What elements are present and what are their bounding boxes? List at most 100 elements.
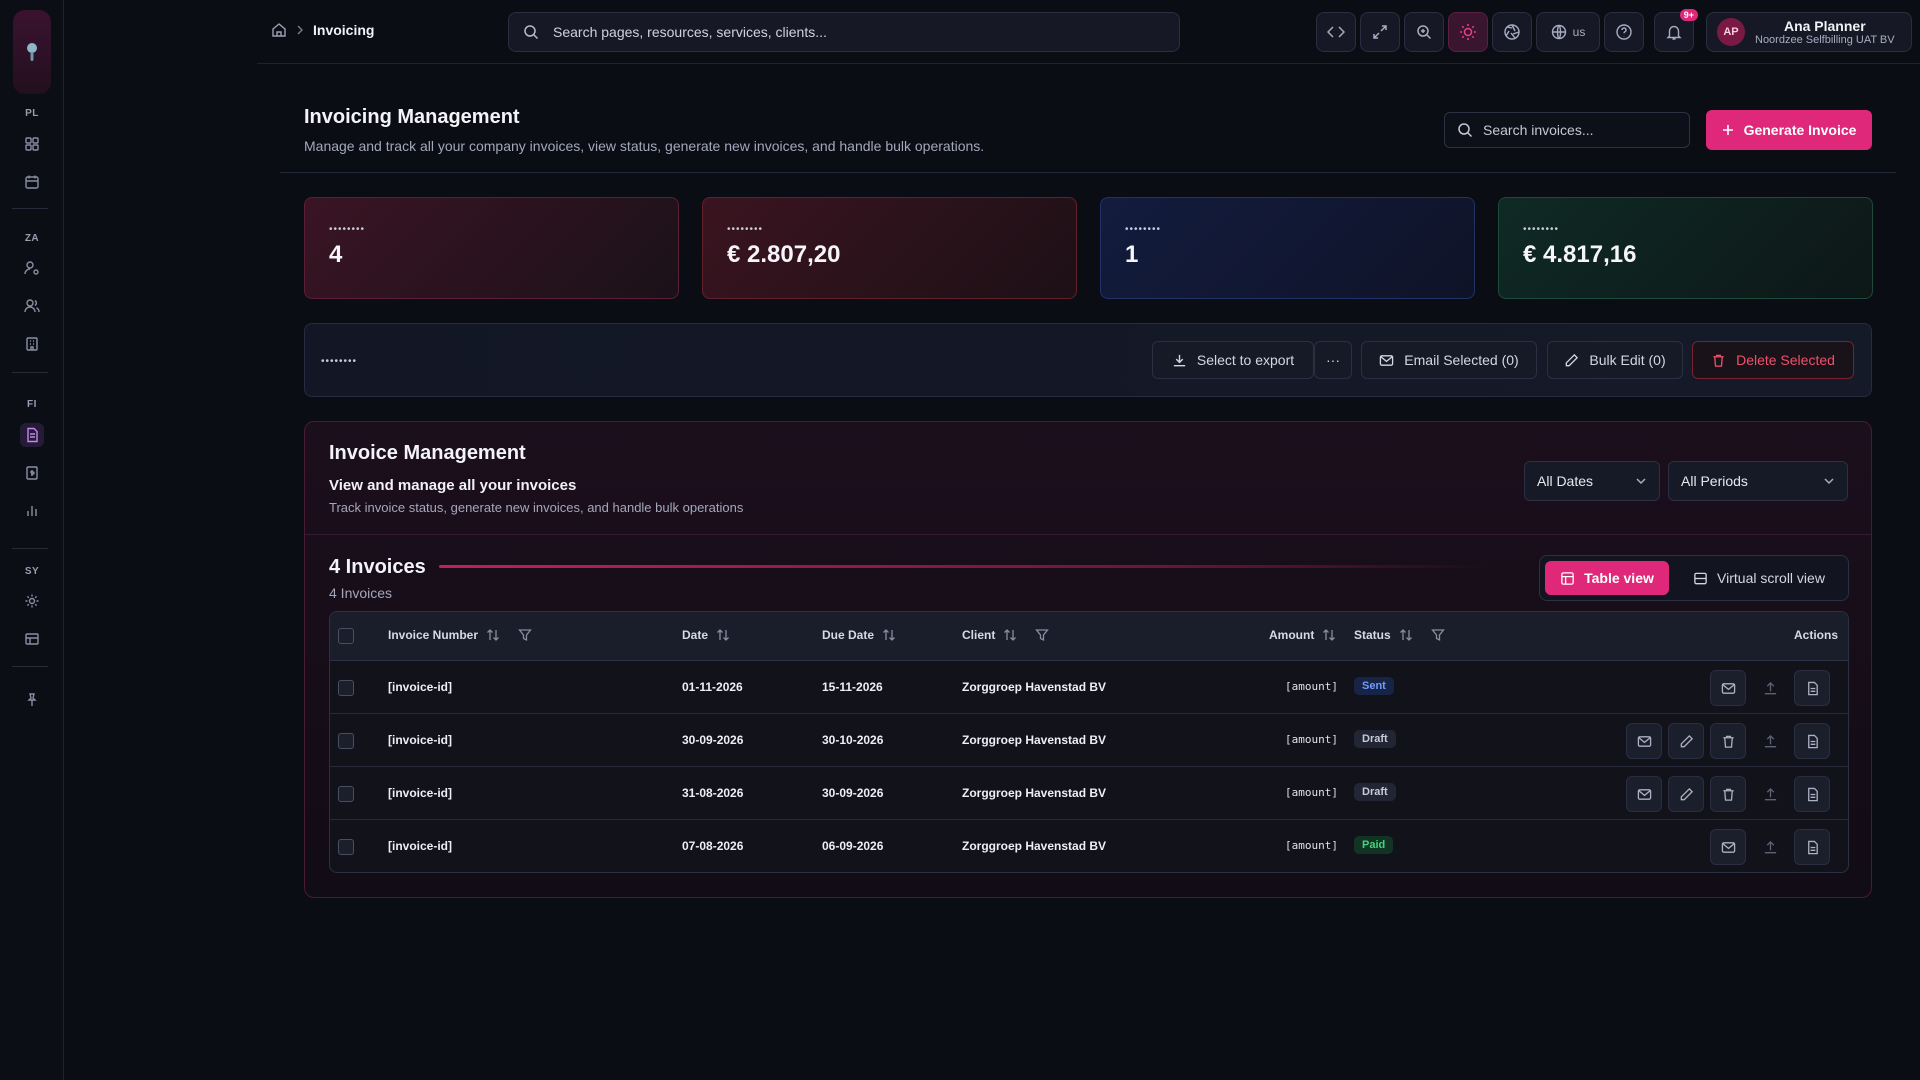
panel-subtitle: Track invoice status, generate new invoi…: [329, 500, 744, 515]
invoice-icon[interactable]: [20, 423, 44, 447]
delete-invoice-button[interactable]: [1710, 776, 1746, 812]
status-badge: Sent: [1354, 677, 1394, 695]
table-header: Invoice Number Date Due Date Client Amou…: [330, 612, 1848, 661]
fullscreen-button[interactable]: [1360, 12, 1400, 52]
row-checkbox[interactable]: [338, 786, 354, 802]
view-pdf-button[interactable]: [1794, 723, 1830, 759]
sort-icon[interactable]: [716, 628, 730, 642]
trash-icon: [1721, 787, 1736, 802]
aperture-button[interactable]: [1492, 12, 1532, 52]
table-row[interactable]: [invoice-id] 31-08-2026 30-09-2026 Zorgg…: [330, 767, 1848, 820]
table-icon[interactable]: [20, 627, 44, 651]
email-selected-button[interactable]: Email Selected (0): [1361, 341, 1537, 379]
email-invoice-button[interactable]: [1710, 670, 1746, 706]
select-to-export-button[interactable]: Select to export: [1152, 341, 1314, 379]
email-invoice-button[interactable]: [1710, 829, 1746, 865]
user-menu[interactable]: AP Ana Planner Noordzee Selfbilling UAT …: [1706, 12, 1912, 52]
column-amount[interactable]: Amount: [1269, 628, 1336, 642]
invoice-number[interactable]: [invoice-id]: [388, 733, 452, 747]
sort-icon[interactable]: [1322, 628, 1336, 642]
period-filter-select[interactable]: All Periods: [1668, 461, 1848, 501]
receipt-icon[interactable]: [20, 461, 44, 485]
select-all-checkbox[interactable]: [338, 628, 354, 644]
table-row[interactable]: [invoice-id] 07-08-2026 06-09-2026 Zorgg…: [330, 820, 1848, 872]
column-status[interactable]: Status: [1354, 628, 1445, 642]
breadcrumb-current[interactable]: Invoicing: [313, 22, 374, 38]
row-checkbox[interactable]: [338, 839, 354, 855]
divider: [280, 172, 1896, 173]
more-options-button[interactable]: ···: [1314, 341, 1352, 379]
invoice-number[interactable]: [invoice-id]: [388, 680, 452, 694]
theme-toggle-button[interactable]: [1448, 12, 1488, 52]
zoom-button[interactable]: [1404, 12, 1444, 52]
column-due-date[interactable]: Due Date: [822, 628, 896, 642]
global-search-input[interactable]: Search pages, resources, services, clien…: [508, 12, 1180, 52]
settings-icon[interactable]: [20, 589, 44, 613]
upload-invoice-button[interactable]: [1752, 670, 1788, 706]
table-row[interactable]: [invoice-id] 30-09-2026 30-10-2026 Zorgg…: [330, 714, 1848, 767]
users-icon[interactable]: [20, 294, 44, 318]
upload-invoice-button[interactable]: [1752, 776, 1788, 812]
stat-value: 1: [1125, 241, 1139, 268]
language-button[interactable]: us: [1536, 12, 1600, 52]
aperture-icon: [1503, 23, 1521, 41]
table-icon: [1560, 571, 1575, 586]
user-organization: Noordzee Selfbilling UAT BV: [1755, 34, 1895, 46]
dashboard-icon[interactable]: [20, 132, 44, 156]
view-pdf-button[interactable]: [1794, 776, 1830, 812]
upload-invoice-button[interactable]: [1752, 723, 1788, 759]
filter-icon[interactable]: [1035, 628, 1050, 642]
table-view-button[interactable]: Table view: [1545, 561, 1669, 595]
avatar: AP: [1717, 18, 1745, 46]
delete-selected-label: Delete Selected: [1736, 352, 1835, 368]
notifications-button[interactable]: 9+: [1654, 9, 1698, 52]
email-invoice-button[interactable]: [1626, 776, 1662, 812]
row-checkbox[interactable]: [338, 733, 354, 749]
delete-selected-button[interactable]: Delete Selected: [1692, 341, 1854, 379]
invoice-number[interactable]: [invoice-id]: [388, 786, 452, 800]
upload-invoice-button[interactable]: [1752, 829, 1788, 865]
sort-icon[interactable]: [882, 628, 896, 642]
date-filter-select[interactable]: All Dates: [1524, 461, 1660, 501]
virtual-scroll-view-button[interactable]: Virtual scroll view: [1674, 561, 1844, 595]
delete-invoice-button[interactable]: [1710, 723, 1746, 759]
calendar-icon[interactable]: [20, 170, 44, 194]
email-invoice-button[interactable]: [1626, 723, 1662, 759]
sort-icon[interactable]: [1003, 628, 1017, 642]
collapse-sidebar-button[interactable]: [1316, 12, 1356, 52]
sort-icon[interactable]: [1399, 628, 1413, 642]
app-logo[interactable]: [13, 10, 51, 94]
invoice-date: 30-09-2026: [682, 733, 744, 747]
bulk-label: ••••••••: [321, 356, 358, 367]
invoice-number[interactable]: [invoice-id]: [388, 839, 452, 853]
filter-icon[interactable]: [518, 628, 532, 642]
home-icon[interactable]: [271, 22, 287, 38]
sidebar-section-label: PL: [25, 108, 39, 119]
column-client[interactable]: Client: [962, 628, 1050, 642]
sort-icon[interactable]: [486, 628, 500, 642]
period-filter-value: All Periods: [1681, 473, 1748, 489]
column-invoice-number[interactable]: Invoice Number: [388, 628, 532, 642]
table-view-label: Table view: [1584, 570, 1654, 586]
bar-chart-icon[interactable]: [20, 499, 44, 523]
edit-invoice-button[interactable]: [1668, 776, 1704, 812]
view-pdf-button[interactable]: [1794, 670, 1830, 706]
column-date[interactable]: Date: [682, 628, 730, 642]
code-icon: [1327, 25, 1345, 39]
view-pdf-button[interactable]: [1794, 829, 1830, 865]
column-label: Actions: [1794, 628, 1839, 642]
generate-invoice-button[interactable]: Generate Invoice: [1706, 110, 1872, 150]
file-icon: [1805, 681, 1820, 696]
invoice-search-input[interactable]: Search invoices...: [1444, 112, 1690, 148]
help-button[interactable]: [1604, 12, 1644, 52]
building-icon[interactable]: [20, 332, 44, 356]
user-cog-icon[interactable]: [20, 256, 44, 280]
pin-icon[interactable]: [20, 688, 44, 712]
row-checkbox[interactable]: [338, 680, 354, 696]
bulk-edit-button[interactable]: Bulk Edit (0): [1547, 341, 1683, 379]
bell-icon: [1665, 23, 1683, 41]
filter-icon[interactable]: [1430, 628, 1445, 642]
mail-icon: [1721, 681, 1736, 696]
table-row[interactable]: [invoice-id] 01-11-2026 15-11-2026 Zorgg…: [330, 661, 1848, 714]
edit-invoice-button[interactable]: [1668, 723, 1704, 759]
